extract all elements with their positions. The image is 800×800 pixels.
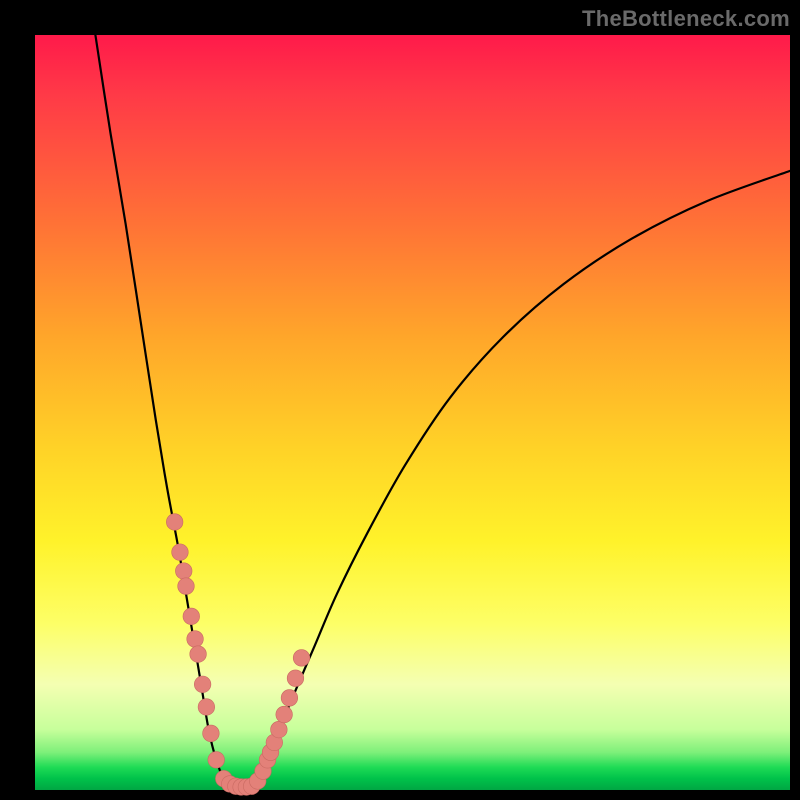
highlight-dot bbox=[190, 646, 207, 663]
chart-svg bbox=[35, 35, 790, 790]
curve-left-branch bbox=[95, 35, 231, 786]
highlight-dot bbox=[208, 752, 225, 769]
highlight-dot bbox=[293, 650, 310, 667]
highlight-dot bbox=[178, 578, 195, 595]
plot-area bbox=[35, 35, 790, 790]
highlight-dot bbox=[194, 676, 211, 693]
highlight-dot bbox=[172, 544, 189, 561]
curve-right-branch bbox=[254, 171, 790, 786]
highlight-dot bbox=[183, 608, 200, 625]
highlight-dot bbox=[203, 725, 220, 742]
highlight-dot bbox=[187, 631, 204, 648]
highlight-dot bbox=[166, 514, 183, 531]
chart-frame: TheBottleneck.com bbox=[0, 0, 800, 800]
highlight-dot bbox=[198, 699, 215, 716]
curves-group bbox=[95, 35, 790, 788]
highlight-dot bbox=[281, 690, 298, 707]
dots-group bbox=[166, 514, 309, 796]
watermark-text: TheBottleneck.com bbox=[582, 6, 790, 32]
highlight-dot bbox=[175, 563, 192, 580]
highlight-dot bbox=[276, 706, 293, 723]
highlight-dot bbox=[287, 670, 304, 687]
highlight-dot bbox=[271, 721, 288, 738]
